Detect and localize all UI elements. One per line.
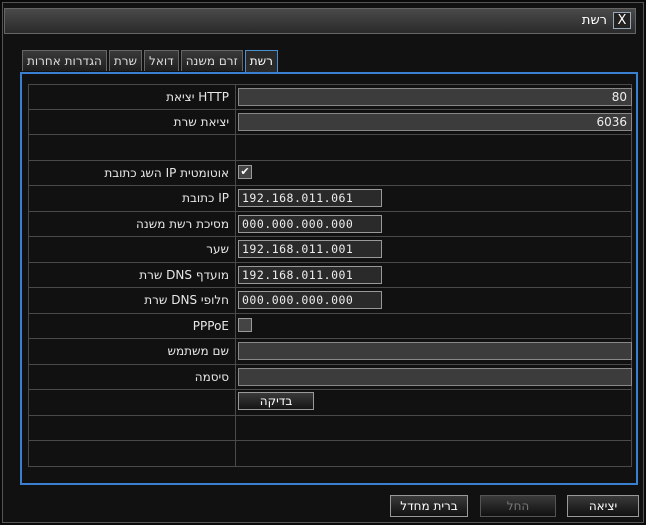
dns2-label: שרת DNS חלופי	[144, 293, 229, 307]
http-port-input[interactable]: 80	[238, 88, 632, 106]
row-dns2: שרת DNS חלופי 000.000.000.000	[28, 288, 632, 314]
dns1-input[interactable]: 192.168.011.001	[238, 265, 382, 284]
row-pppoe: PPPoE	[28, 313, 632, 339]
close-icon[interactable]: X	[613, 12, 631, 29]
tab-bar: רשת זרם משנה דואל שרת הגדרות אחרות	[20, 50, 278, 72]
tab-substream[interactable]: זרם משנה	[180, 50, 243, 71]
password-input[interactable]	[238, 367, 632, 386]
gateway-input[interactable]: 192.168.011.001	[238, 240, 382, 258]
default-button[interactable]: ברית מחדל	[390, 495, 468, 517]
exit-button[interactable]: יציאה	[567, 495, 639, 517]
tab-email[interactable]: דואל	[144, 50, 179, 71]
row-password: סיסמה	[28, 364, 632, 390]
username-input[interactable]	[238, 342, 632, 360]
window-title: רשת	[581, 13, 607, 28]
tab-network[interactable]: רשת	[244, 50, 278, 72]
password-label: סיסמה	[194, 369, 229, 384]
row-http-port: יציאת HTTP 80	[28, 84, 632, 110]
row-empty-2	[28, 415, 632, 441]
row-empty	[28, 135, 632, 161]
row-ip: כתובת IP 192.168.011.061	[28, 186, 632, 212]
row-gateway: שער 192.168.011.001	[28, 237, 632, 263]
server-port-label: יציאת שרת	[173, 114, 229, 129]
subnet-input[interactable]: 000.000.000.000	[238, 214, 382, 233]
row-test: בדיקה	[28, 390, 632, 416]
row-server-port: יציאת שרת 6036	[28, 109, 632, 135]
row-username: שם משתמש	[28, 339, 632, 365]
tab-server[interactable]: שרת	[108, 50, 143, 71]
row-dns1: שרת DNS מועדף 192.168.011.001	[28, 262, 632, 288]
auto-ip-label: השג כתובת IP אוטומטית	[104, 165, 229, 180]
title-bar: רשת X	[4, 8, 636, 34]
dns2-input[interactable]: 000.000.000.000	[238, 291, 382, 309]
dns1-label: שרת DNS מועדף	[139, 267, 229, 282]
http-port-label: יציאת HTTP	[166, 90, 229, 104]
settings-panel: יציאת HTTP 80 יציאת שרת 6036 השג כתובת I…	[20, 72, 638, 485]
checkmark-icon: ✔	[240, 164, 250, 178]
ip-label: כתובת IP	[182, 191, 229, 205]
username-label: שם משתמש	[167, 344, 229, 358]
gateway-label: שער	[206, 242, 229, 256]
pppoe-label: PPPoE	[192, 318, 229, 333]
row-auto-ip: השג כתובת IP אוטומטית ✔	[28, 160, 632, 186]
ip-input[interactable]: 192.168.011.061	[238, 189, 382, 207]
test-button[interactable]: בדיקה	[238, 392, 314, 410]
tab-other-settings[interactable]: הגדרות אחרות	[22, 50, 107, 71]
subnet-label: מסיכת רשת משנה	[136, 216, 229, 231]
apply-button[interactable]: החל	[480, 495, 556, 517]
pppoe-checkbox[interactable]	[238, 317, 252, 332]
row-empty-3	[28, 441, 632, 467]
server-port-input[interactable]: 6036	[238, 112, 632, 131]
auto-ip-checkbox[interactable]: ✔	[238, 164, 252, 179]
settings-grid: יציאת HTTP 80 יציאת שרת 6036 השג כתובת I…	[28, 84, 632, 467]
row-subnet: מסיכת רשת משנה 000.000.000.000	[28, 211, 632, 237]
